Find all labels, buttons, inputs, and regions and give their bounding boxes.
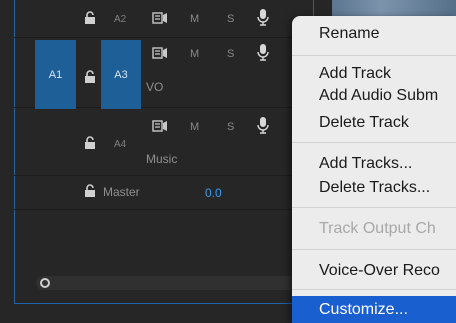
menu-item-delete-track[interactable]: Delete Track xyxy=(292,113,456,133)
track-name-master: Master xyxy=(103,185,140,199)
menu-separator xyxy=(292,249,456,250)
track-target-a3[interactable]: A3 xyxy=(101,40,141,109)
master-volume-value[interactable]: 0.0 xyxy=(205,186,222,200)
track-name-music: Music xyxy=(146,152,178,166)
microphone-icon[interactable] xyxy=(257,44,269,61)
sync-lock-icon[interactable] xyxy=(152,120,168,132)
mute-button-a4[interactable]: M xyxy=(190,121,199,133)
solo-button-a3[interactable]: S xyxy=(227,48,234,60)
menu-separator xyxy=(292,289,456,290)
menu-item-track-output-channels: Track Output Ch xyxy=(319,220,436,237)
track-row-master xyxy=(14,176,314,210)
sync-lock-icon[interactable] xyxy=(152,12,168,24)
mute-button-a3[interactable]: M xyxy=(190,48,199,60)
microphone-icon[interactable] xyxy=(257,117,269,134)
mute-button-a2[interactable]: M xyxy=(190,13,199,25)
lock-icon[interactable] xyxy=(83,11,97,25)
menu-separator xyxy=(292,142,456,143)
lock-icon[interactable] xyxy=(83,184,97,198)
track-label-a2: A2 xyxy=(114,14,127,25)
track-label-a4: A4 xyxy=(114,139,127,150)
menu-item-rename[interactable]: Rename xyxy=(292,24,456,44)
menu-item-voice-over-record[interactable]: Voice-Over Reco xyxy=(292,261,456,281)
menu-separator xyxy=(292,207,456,208)
source-patch-a1[interactable]: A1 xyxy=(35,40,76,109)
scroll-handle[interactable] xyxy=(40,278,50,288)
menu-separator xyxy=(292,55,456,56)
menu-item-add-tracks[interactable]: Add Tracks... xyxy=(292,154,456,174)
lock-icon[interactable] xyxy=(83,70,97,84)
menu-item-add-track[interactable]: Add Track xyxy=(292,64,456,84)
horizontal-scrollbar[interactable] xyxy=(36,276,311,290)
lock-icon[interactable] xyxy=(83,136,97,150)
context-menu: Rename Add Track Add Audio Subm Delete T… xyxy=(292,16,456,323)
solo-button-a4[interactable]: S xyxy=(227,121,234,133)
menu-item-delete-tracks[interactable]: Delete Tracks... xyxy=(292,178,456,198)
menu-item-add-audio-submix[interactable]: Add Audio Subm xyxy=(292,86,456,106)
sync-lock-icon[interactable] xyxy=(152,47,168,59)
track-name-vo: VO xyxy=(146,80,164,94)
menu-item-customize[interactable]: Customize... xyxy=(292,296,456,323)
microphone-icon[interactable] xyxy=(257,9,269,26)
solo-button-a2[interactable]: S xyxy=(227,13,234,25)
